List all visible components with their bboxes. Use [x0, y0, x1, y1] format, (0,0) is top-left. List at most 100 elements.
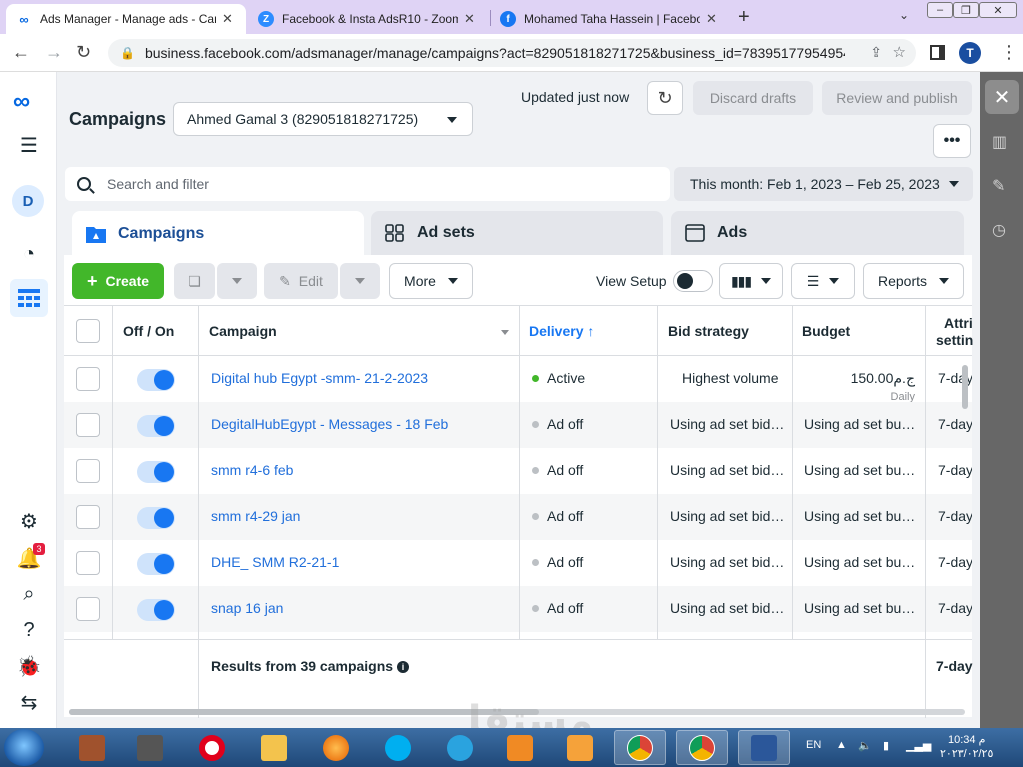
new-tab-icon[interactable]: + [738, 6, 750, 29]
header-delivery[interactable]: Delivery ↑ [529, 323, 594, 339]
row-checkbox[interactable] [76, 459, 100, 483]
tab-search-chevron-icon[interactable]: ⌄ [899, 8, 909, 22]
collapse-panel-icon[interactable]: ⇆ [10, 683, 48, 721]
table-row[interactable]: smm r4-29 jan Ad off Using ad set bid… U… [64, 494, 972, 540]
chrome-window-1-icon[interactable] [614, 730, 666, 765]
campaign-name-link[interactable]: smm r4-29 jan [211, 508, 300, 524]
url-field[interactable]: 🔒 business.facebook.com/adsmanager/manag… [108, 39, 916, 67]
campaigns-table-icon[interactable] [10, 279, 48, 317]
table-row[interactable]: DHE_ SMM R2-21-1 Ad off Using ad set bid… [64, 540, 972, 586]
tab-ads[interactable]: Ads [671, 211, 964, 255]
winrar-icon[interactable] [66, 730, 118, 765]
back-arrow-icon[interactable]: ← [12, 42, 30, 63]
row-checkbox[interactable] [76, 551, 100, 575]
campaign-name-link[interactable]: Digital hub Egypt -smm- 21-2-2023 [211, 370, 428, 386]
duplicate-button[interactable]: ❏ [174, 263, 215, 299]
share-icon[interactable]: ⇪ [870, 44, 882, 61]
more-options-button[interactable]: ••• [933, 124, 971, 158]
duplicate-dropdown[interactable] [217, 263, 257, 299]
file-explorer-icon[interactable] [248, 730, 300, 765]
screen-recorder-icon[interactable] [494, 730, 546, 765]
view-setup-toggle[interactable] [673, 270, 713, 292]
campaign-name-link[interactable]: smm r4-6 feb [211, 462, 293, 478]
campaign-name-link[interactable]: DHE_ SMM R2-21-1 [211, 554, 339, 570]
profile-avatar[interactable]: T [959, 42, 981, 64]
row-checkbox[interactable] [76, 413, 100, 437]
refresh-button[interactable]: ↻ [647, 81, 683, 115]
opera-icon[interactable] [186, 730, 238, 765]
header-attribution[interactable]: Attri [944, 315, 973, 331]
language-indicator[interactable]: EN [806, 739, 821, 751]
lock-icon[interactable]: 🔒 [120, 46, 135, 60]
review-publish-button[interactable]: Review and publish [822, 81, 972, 115]
video-camera-icon[interactable] [124, 730, 176, 765]
word-icon[interactable] [738, 730, 790, 765]
campaign-toggle[interactable] [137, 599, 175, 621]
tab-zoom[interactable]: Z Facebook & Insta AdsR10 - Zoom ✕ [248, 4, 488, 34]
reload-icon[interactable]: ↻ [76, 42, 91, 63]
table-row[interactable]: snap 16 jan Ad off Using ad set bid… Usi… [64, 586, 972, 632]
chart-icon[interactable]: ▥ [992, 132, 1007, 152]
reports-button[interactable]: Reports [863, 263, 964, 299]
campaign-name-link[interactable]: DegitalHubEgypt - Messages - 18 Feb [211, 416, 448, 432]
edit-pencil-icon[interactable]: ✎ [992, 176, 1005, 196]
header-attribution-setting[interactable]: settin [936, 332, 973, 348]
campaign-toggle[interactable] [137, 553, 175, 575]
table-row[interactable]: smm r4-6 feb Ad off Using ad set bid… Us… [64, 448, 972, 494]
create-button[interactable]: + Create [72, 263, 164, 299]
header-budget[interactable]: Budget [802, 323, 850, 339]
windows-start-button[interactable] [4, 729, 44, 766]
tab-ad-sets[interactable]: Ad sets [371, 211, 663, 255]
campaign-name-link[interactable]: snap 16 jan [211, 600, 283, 616]
browser-menu-icon[interactable]: ⋮ [1000, 42, 1018, 63]
tab-facebook-profile[interactable]: f Mohamed Taha Hassein | Facebook ✕ [490, 4, 730, 34]
close-tab-icon[interactable]: ✕ [464, 11, 475, 27]
campaign-toggle[interactable] [137, 507, 175, 529]
header-bid-strategy[interactable]: Bid strategy [668, 323, 749, 339]
columns-button[interactable]: ▮▮▮ [719, 263, 783, 299]
row-checkbox[interactable] [76, 367, 100, 391]
power-icon[interactable]: ▮ [883, 739, 889, 752]
url-text[interactable]: business.facebook.com/adsmanager/manage/… [145, 45, 845, 61]
campaign-toggle[interactable] [137, 369, 175, 391]
table-row[interactable]: Digital hub Egypt -smm- 21-2-2023 Active… [64, 356, 972, 403]
tab-ads-manager[interactable]: ∞ Ads Manager - Manage ads - Campaigns ✕ [6, 4, 246, 34]
row-checkbox[interactable] [76, 505, 100, 529]
chrome-window-2-icon[interactable] [676, 730, 728, 765]
header-off-on[interactable]: Off / On [123, 323, 174, 339]
breakdown-button[interactable]: ☰ [791, 263, 855, 299]
menu-hamburger-icon[interactable]: ☰ [10, 126, 48, 164]
edit-button[interactable]: ✎ Edit [264, 263, 338, 299]
firefox-icon[interactable] [310, 730, 362, 765]
bookmark-star-icon[interactable]: ☆ [893, 43, 906, 61]
account-selector[interactable]: Ahmed Gamal 3 (829051818271725) [173, 102, 473, 136]
close-tab-icon[interactable]: ✕ [706, 11, 717, 27]
info-icon[interactable]: i [397, 661, 410, 674]
edit-dropdown[interactable] [340, 263, 380, 299]
history-clock-icon[interactable]: ◷ [992, 220, 1006, 240]
date-range-picker[interactable]: This month: Feb 1, 2023 – Feb 25, 2023 [674, 167, 973, 201]
close-panel-icon[interactable]: ✕ [985, 80, 1019, 114]
help-icon[interactable]: ? [10, 611, 48, 649]
close-tab-icon[interactable]: ✕ [222, 11, 233, 27]
more-button[interactable]: More [389, 263, 473, 299]
sort-chevron-icon[interactable] [501, 330, 509, 335]
forward-arrow-icon[interactable]: → [45, 42, 63, 63]
dashboard-gauge-icon[interactable]: ◔ [10, 235, 48, 273]
table-row[interactable]: DegitalHubEgypt - Messages - 18 Feb Ad o… [64, 402, 972, 448]
vertical-scrollbar[interactable] [962, 365, 968, 409]
close-window-icon[interactable]: ✕ [979, 2, 1017, 18]
tab-campaigns[interactable]: Campaigns [72, 211, 364, 257]
restore-icon[interactable]: ❐ [953, 2, 979, 18]
campaign-toggle[interactable] [137, 461, 175, 483]
header-campaign[interactable]: Campaign [209, 323, 277, 339]
volume-icon[interactable]: 🔈 [858, 739, 872, 752]
row-checkbox[interactable] [76, 597, 100, 621]
meta-logo-icon[interactable]: ∞ [13, 88, 30, 116]
account-avatar[interactable]: D [12, 185, 44, 217]
settings-gear-icon[interactable]: ⚙ [10, 502, 48, 540]
search-icon[interactable]: ⌕ [10, 575, 48, 613]
search-input[interactable] [107, 176, 647, 192]
side-panel-icon[interactable] [930, 45, 945, 60]
minimize-icon[interactable]: – [927, 2, 953, 18]
